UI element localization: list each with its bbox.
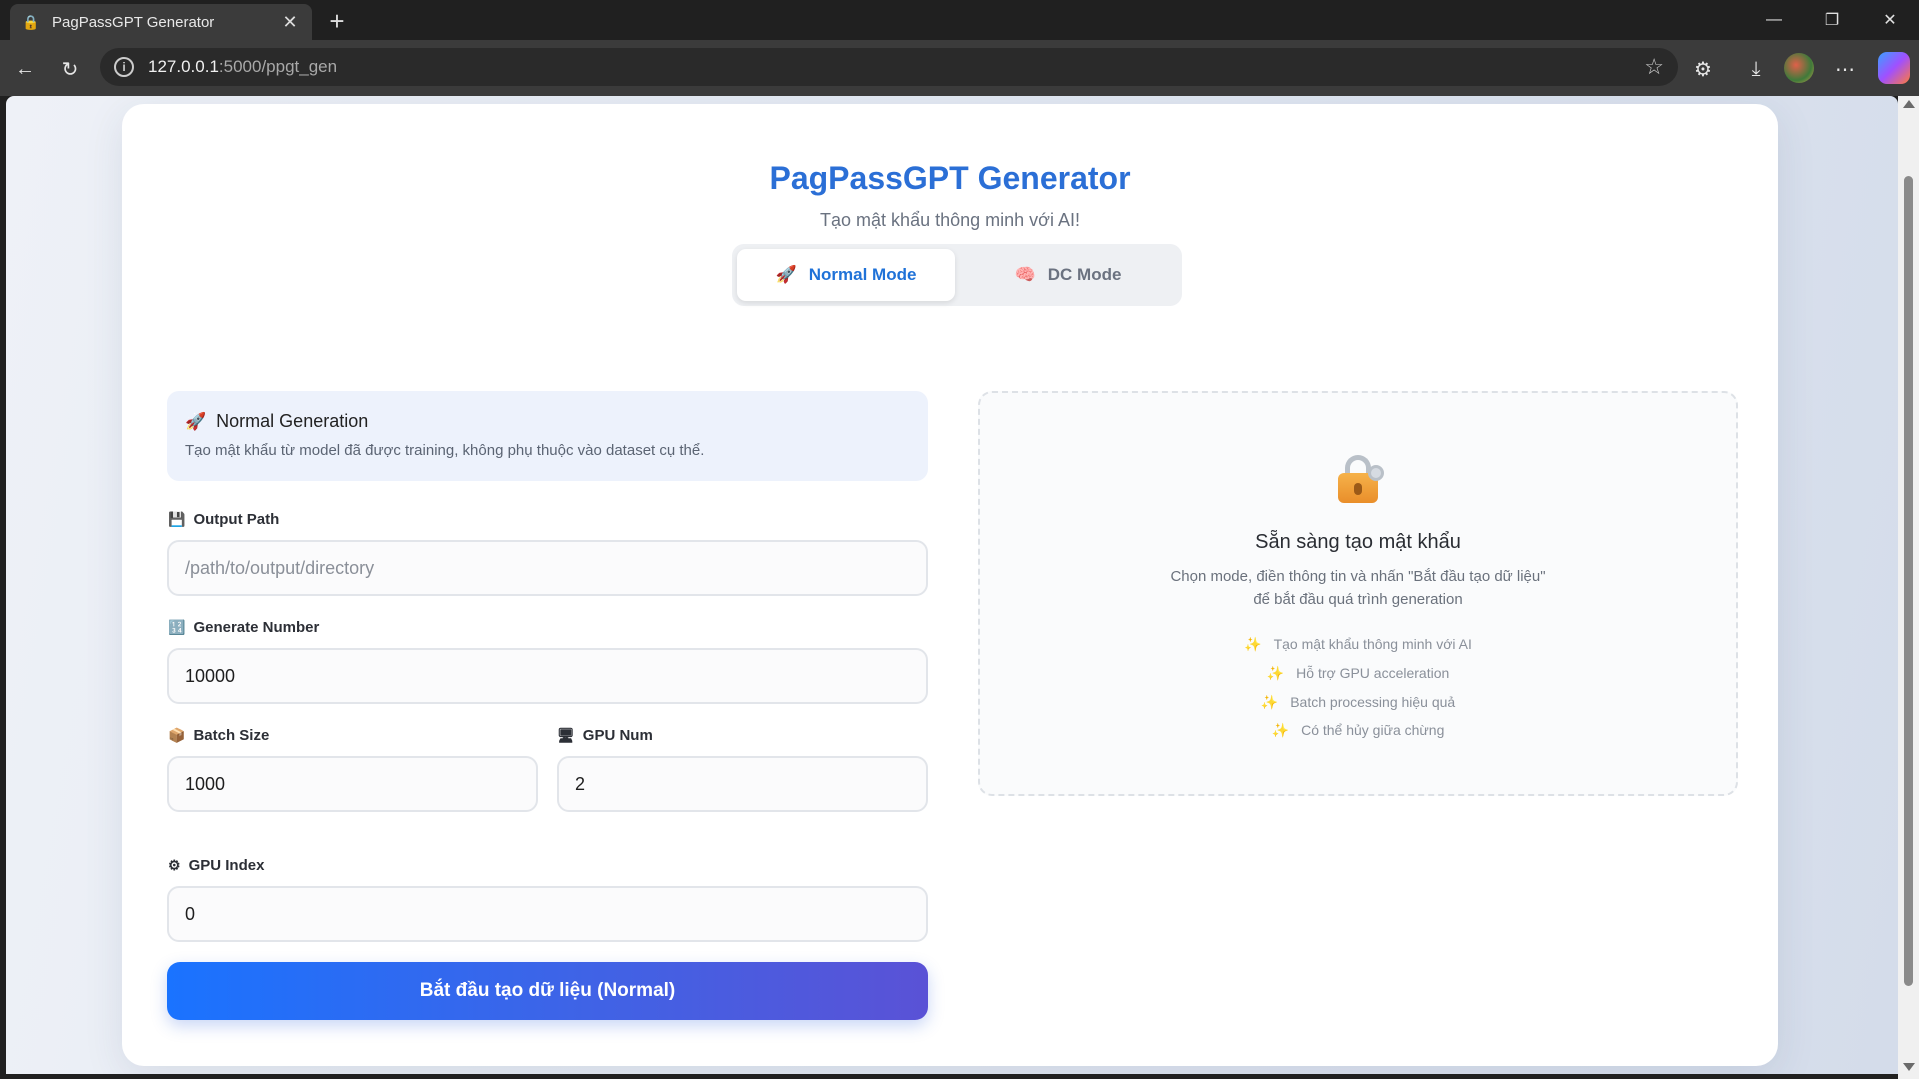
- page-viewport: PagPassGPT Generator Tạo mật khẩu thông …: [6, 96, 1898, 1074]
- tab-close-icon[interactable]: ✕: [280, 12, 300, 32]
- profile-avatar[interactable]: [1784, 53, 1814, 83]
- url-path: :5000/ppgt_gen: [218, 57, 338, 76]
- copilot-icon[interactable]: [1878, 52, 1910, 84]
- page-title: PagPassGPT Generator: [769, 160, 1131, 196]
- sparkles-icon: ✨: [1266, 665, 1285, 681]
- computer-icon: 🖥: [557, 727, 575, 743]
- feature-item: ✨ Batch processing hiệu quả: [980, 694, 1736, 711]
- gpu-num-label-text: GPU Num: [582, 727, 653, 744]
- batch-size-label-text: Batch Size: [193, 727, 270, 744]
- feature-text: Tạo mật khẩu thông minh với AI: [1273, 636, 1472, 652]
- gear-icon: ⚙: [168, 857, 181, 873]
- package-icon: 📦: [168, 727, 186, 743]
- info-box-title: Normal Generation: [216, 411, 369, 431]
- brain-icon: 🧠: [1014, 265, 1036, 284]
- more-menu-icon[interactable]: ⋯: [1828, 52, 1862, 86]
- download-icon[interactable]: ⤓: [1739, 52, 1773, 86]
- restore-icon[interactable]: ❐: [1803, 0, 1861, 40]
- ready-description-line2: để bắt đầu quá trình generation: [1253, 591, 1463, 608]
- dc-mode-tab[interactable]: 🧠 DC Mode: [959, 249, 1177, 301]
- feature-item: ✨ Tạo mật khẩu thông minh với AI: [980, 636, 1736, 653]
- ready-description-line1: Chọn mode, điền thông tin và nhấn "Bắt đ…: [1170, 568, 1546, 585]
- rocket-icon: 🚀: [775, 265, 797, 284]
- sparkles-icon: ✨: [1244, 636, 1262, 652]
- output-path-input[interactable]: [167, 540, 928, 596]
- gpu-num-input[interactable]: [557, 756, 928, 812]
- browser-tab[interactable]: 🔒 PagPassGPT Generator ✕: [10, 4, 312, 40]
- dc-mode-label: DC Mode: [1047, 265, 1122, 284]
- feature-item: ✨ Có thể hủy giữa chừng: [980, 722, 1736, 739]
- start-generation-button[interactable]: Bắt đầu tạo dữ liệu (Normal): [167, 962, 928, 1020]
- ready-title: Sẵn sàng tạo mật khẩu: [1255, 531, 1461, 553]
- feature-item: ✨ Hỗ trợ GPU acceleration: [980, 665, 1736, 682]
- new-tab-button[interactable]: +: [322, 6, 352, 36]
- mode-switch: 🚀 Normal Mode 🧠 DC Mode: [732, 244, 1182, 306]
- numbers-icon: 🔢: [168, 619, 186, 635]
- tab-title: PagPassGPT Generator: [52, 13, 215, 31]
- extensions-icon[interactable]: ⚙: [1686, 52, 1720, 86]
- gpu-index-label-text: GPU Index: [188, 857, 265, 874]
- page-scrollbar[interactable]: [1898, 96, 1919, 1079]
- minimize-icon[interactable]: —: [1745, 0, 1803, 40]
- back-icon[interactable]: ←: [8, 52, 42, 86]
- batch-size-input[interactable]: [167, 756, 538, 812]
- site-info-icon[interactable]: i: [114, 57, 134, 77]
- feature-text: Batch processing hiệu quả: [1290, 694, 1456, 710]
- page-subtitle: Tạo mật khẩu thông minh với AI!: [820, 210, 1080, 230]
- window-close-icon[interactable]: ✕: [1861, 0, 1919, 40]
- info-box-description: Tạo mật khẩu từ model đã được training, …: [185, 442, 705, 459]
- scroll-up-icon[interactable]: [1903, 100, 1915, 108]
- feature-text: Hỗ trợ GPU acceleration: [1296, 665, 1450, 681]
- gpu-index-input[interactable]: [167, 886, 928, 942]
- batch-size-label: 📦 Batch Size: [168, 727, 269, 744]
- gpu-num-label: 🖥 GPU Num: [557, 727, 653, 744]
- output-path-label-text: Output Path: [193, 511, 280, 528]
- main-card: PagPassGPT Generator Tạo mật khẩu thông …: [122, 104, 1778, 1066]
- output-path-label: 💾 Output Path: [168, 511, 279, 528]
- scroll-down-icon[interactable]: [1903, 1063, 1915, 1071]
- normal-mode-tab[interactable]: 🚀 Normal Mode: [737, 249, 955, 301]
- lock-favicon-icon: 🔒: [22, 13, 40, 30]
- floppy-disk-icon: 💾: [168, 511, 186, 527]
- rocket-icon: 🚀: [185, 411, 207, 431]
- scrollbar-thumb[interactable]: [1904, 176, 1913, 986]
- normal-mode-label: Normal Mode: [808, 265, 917, 284]
- ready-panel: Sẵn sàng tạo mật khẩu Chọn mode, điền th…: [978, 391, 1738, 796]
- address-bar[interactable]: i 127.0.0.1 :5000/ppgt_gen ☆: [100, 48, 1678, 86]
- feature-text: Có thể hủy giữa chừng: [1301, 722, 1445, 738]
- generate-number-label-text: Generate Number: [193, 619, 320, 636]
- sparkles-icon: ✨: [1271, 722, 1290, 738]
- mode-info-box: 🚀 Normal Generation Tạo mật khẩu từ mode…: [167, 391, 928, 481]
- lock-key-icon: [1334, 451, 1390, 507]
- sparkles-icon: ✨: [1260, 694, 1279, 710]
- ready-description: Chọn mode, điền thông tin và nhấn "Bắt đ…: [980, 565, 1736, 611]
- reload-icon[interactable]: ↻: [53, 52, 87, 86]
- gpu-index-label: ⚙ GPU Index: [168, 857, 264, 874]
- browser-toolbar: ← ↻ i 127.0.0.1 :5000/ppgt_gen ☆ ⚙ ⤓ ⋯: [0, 40, 1919, 96]
- generate-number-label: 🔢 Generate Number: [168, 619, 319, 636]
- generate-number-input[interactable]: [167, 648, 928, 704]
- favorite-star-icon[interactable]: ☆: [1644, 54, 1664, 80]
- url-host: 127.0.0.1: [148, 57, 219, 76]
- browser-tab-bar: 🔒 PagPassGPT Generator ✕ + — ❐ ✕: [0, 0, 1919, 40]
